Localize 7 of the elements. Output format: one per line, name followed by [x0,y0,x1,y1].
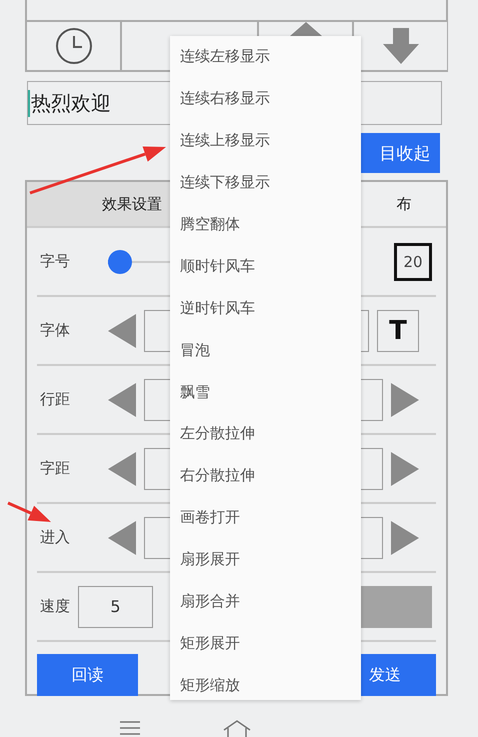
setting-label: 字距 [39,459,71,478]
setting-label: 字体 [39,321,71,340]
setting-label: 字号 [39,252,71,271]
setting-label: 进入 [39,528,71,547]
value-box: 20 [394,242,432,280]
setting-label: 速度 [39,597,71,616]
setting-label: 行距 [39,390,71,409]
